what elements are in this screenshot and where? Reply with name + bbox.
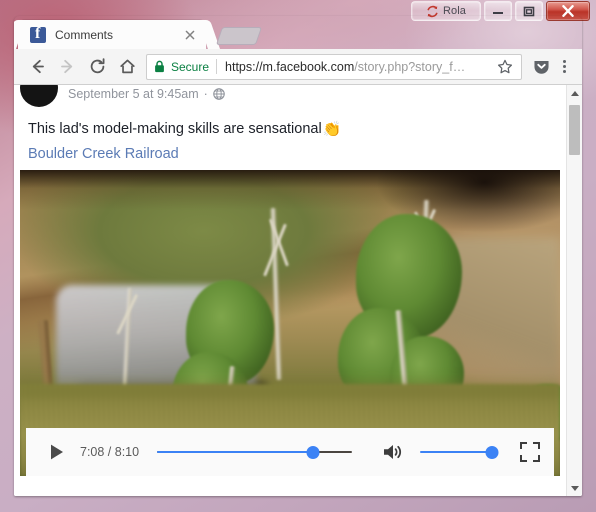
scrollbar-thumb[interactable] [569, 105, 580, 155]
close-icon[interactable] [182, 27, 198, 43]
arrow-right-icon [52, 52, 82, 82]
post-header: September 5 at 9:45am · [14, 85, 566, 111]
progress-thumb[interactable] [306, 445, 320, 459]
volume-thumb[interactable] [485, 445, 499, 459]
scroll-up-arrow-icon[interactable] [567, 85, 582, 101]
address-bar[interactable]: Secure https://m.facebook.com/story.php?… [146, 53, 522, 80]
tab-comments[interactable]: Comments [18, 20, 206, 49]
post-link[interactable]: Boulder Creek Railroad [14, 140, 566, 170]
window-frame: Rola f Comments Secure https://m.faceboo… [0, 0, 596, 512]
reload-icon[interactable] [82, 52, 112, 82]
home-icon[interactable] [112, 52, 142, 82]
facebook-f-icon [30, 25, 46, 43]
fullscreen-expand-icon[interactable] [520, 441, 540, 462]
omnibox-divider [216, 59, 218, 74]
arrow-left-icon[interactable] [22, 52, 52, 82]
security-status-label: Secure [171, 59, 210, 74]
progress-slider[interactable] [157, 445, 352, 459]
page-content: September 5 at 9:45am · This lad's model… [14, 85, 566, 496]
scroll-down-arrow-icon[interactable] [567, 480, 582, 496]
speaker-volume-icon[interactable] [380, 440, 406, 464]
url-text: https://m.facebook.com/story.php?story_f… [225, 60, 496, 74]
video-controls: 7:08 / 8:10 [26, 427, 554, 476]
url-host: https://m.facebook.com [225, 59, 355, 74]
play-triangle-icon[interactable] [48, 441, 70, 463]
three-dots-menu-icon[interactable] [554, 60, 574, 73]
progress-fill [157, 450, 314, 454]
url-path: /story.php?story_f… [354, 59, 466, 74]
post-body-copy: This lad's model-making skills are sensa… [28, 121, 322, 137]
post-meta: September 5 at 9:45am · [68, 87, 225, 101]
tab-title: Comments [55, 27, 114, 42]
browser-window: Comments [14, 16, 582, 496]
page-viewport: September 5 at 9:45am · This lad's model… [14, 85, 582, 496]
clap-emoji: 👏 [322, 121, 342, 139]
post-body-text: This lad's model-making skills are sensa… [14, 111, 566, 140]
video-player[interactable]: 7:08 / 8:10 [20, 169, 560, 476]
post-timestamp[interactable]: September 5 at 9:45am [68, 87, 199, 101]
pocket-icon[interactable] [530, 57, 552, 76]
star-icon[interactable] [496, 59, 514, 75]
time-display: 7:08 / 8:10 [80, 444, 140, 459]
page-scrollbar[interactable] [566, 85, 582, 496]
avatar[interactable] [20, 85, 58, 107]
tab-strip: Comments [14, 16, 582, 49]
new-tab-button[interactable] [215, 27, 263, 45]
padlock-icon [154, 60, 165, 73]
meta-separator: · [203, 87, 208, 101]
browser-toolbar: Secure https://m.facebook.com/story.php?… [14, 49, 582, 85]
globe-public-icon [213, 88, 225, 100]
volume-slider[interactable] [420, 445, 499, 459]
